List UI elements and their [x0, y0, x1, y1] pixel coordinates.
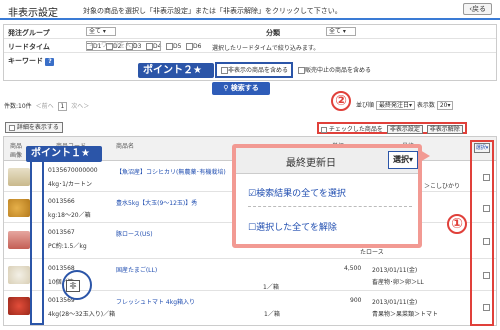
- page-header: 非表示設定 対象の商品を選択し「非表示設定」または「非表示解除」をクリックして下…: [0, 0, 500, 20]
- select-column-button[interactable]: 選択▾: [474, 143, 490, 153]
- help-icon[interactable]: ?: [45, 58, 55, 66]
- hidden-badge: 非: [66, 280, 80, 292]
- product-code: 0135670000000: [48, 167, 98, 174]
- step-2-badge: ②: [331, 91, 351, 111]
- select-popup: 最終更新日 選択▾ ☑検索結果の全てを選択 ☐選択した全てを解除: [232, 144, 422, 248]
- display-select[interactable]: 20▾: [436, 101, 454, 110]
- checkbox-icon: [298, 67, 305, 74]
- product-image: [8, 266, 30, 284]
- checkbox-icon: [9, 124, 15, 131]
- popup-header: 最終更新日 選択▾: [236, 148, 418, 174]
- product-image: [8, 168, 30, 186]
- leadtime-label: リードタイム: [8, 43, 50, 51]
- product-date: 2013/01/11(金): [372, 267, 418, 274]
- product-spec: PC約:1.5／kg: [48, 243, 87, 250]
- popup-divider: [248, 206, 412, 207]
- point1-callout: ポイント１★: [26, 146, 102, 162]
- product-category: 青果物＞果菜類＞トマト: [372, 311, 439, 318]
- product-date: 2013/01/11(金): [372, 299, 418, 306]
- search-button[interactable]: ⚲ 検索する: [212, 82, 270, 95]
- group-label: 発注グループ: [8, 29, 50, 37]
- product-extra: ＞こしひかり: [424, 183, 461, 190]
- product-spec: 4kg･1/カートン: [48, 181, 92, 188]
- checkbox-icon: ☐: [248, 223, 257, 233]
- unhide-button[interactable]: 非表示解除: [426, 125, 463, 134]
- prev-link[interactable]: ＜前へ: [36, 103, 54, 110]
- product-image: [8, 231, 30, 249]
- product-code: 0013566: [48, 198, 75, 205]
- page-title: 非表示設定: [8, 8, 58, 19]
- header-name: 商品名: [116, 143, 135, 150]
- leadtime-d5[interactable]: D5: [166, 43, 181, 50]
- show-detail-toggle[interactable]: 詳細を表示する: [5, 122, 63, 133]
- product-code: 0013567: [48, 229, 75, 236]
- sort-controls: 並び順 最終発注日▾ 表示数 20▾: [356, 100, 454, 110]
- search-icon: ⚲: [223, 84, 229, 92]
- checkbox-icon: [186, 43, 193, 50]
- filter-row-group: 発注グループ 全て ▾ 分類 全て ▾: [4, 25, 496, 39]
- back-button[interactable]: ‹戻る: [463, 3, 492, 15]
- leadtime-note: 選択したリードタイムで絞り込みます。: [212, 45, 320, 52]
- point2-highlight: [215, 62, 293, 78]
- product-spec: kg:18〜20／箱: [48, 212, 91, 219]
- product-name[interactable]: フレッシュトマト 4kg箱入り: [116, 297, 195, 306]
- point2-callout: ポイント２★: [138, 63, 214, 78]
- product-name[interactable]: 国産たまご(LL): [116, 265, 157, 274]
- product-price: 4,500: [344, 265, 362, 272]
- display-label: 表示数: [416, 102, 435, 109]
- product-category: 畜産物･卵＞卵＞LL: [372, 279, 424, 286]
- next-link[interactable]: 次へ＞: [71, 103, 89, 110]
- product-extra: たロース: [360, 249, 384, 256]
- checkbox-icon: [166, 43, 173, 50]
- checkbox-checked-icon: ☑: [248, 189, 257, 199]
- product-spec: 4kg(28〜32玉入り)／箱: [48, 311, 116, 318]
- popup-title: 最終更新日: [286, 158, 336, 169]
- keyword-label: キーワード ?: [8, 56, 55, 66]
- step-1-badge: ①: [447, 214, 467, 234]
- product-name[interactable]: 豚ロース(US): [116, 229, 153, 238]
- pager: 件数:10件 ＜前へ 1 次へ＞: [4, 101, 89, 111]
- deselect-all[interactable]: ☐選択した全てを解除: [248, 220, 337, 233]
- select-column-highlight: [470, 140, 494, 326]
- filter-row-leadtime: リードタイム D1 D2 D3 D4 D5 D6 選択したリードタイムで絞り込み…: [4, 39, 496, 53]
- header-image-2: 画像: [10, 152, 23, 159]
- product-unit: 1／箱: [264, 311, 280, 318]
- popup-select-button[interactable]: 選択▾: [388, 151, 418, 169]
- popup-pointer: [420, 150, 430, 162]
- group-select[interactable]: 全て ▾: [86, 27, 116, 36]
- hidden-flag-column-highlight: [30, 160, 44, 325]
- product-price: 900: [350, 297, 362, 304]
- product-name[interactable]: 豊水5kg【大玉(9〜12玉)】秀: [116, 198, 197, 207]
- order-label: 並び順: [356, 102, 375, 109]
- page-description: 対象の商品を選択し「非表示設定」または「非表示解除」をクリックして下さい。: [83, 7, 342, 15]
- product-image: [8, 297, 30, 315]
- leadtime-d6[interactable]: D6: [186, 43, 201, 50]
- header-image: 商品: [10, 143, 23, 150]
- category-label: 分類: [266, 29, 280, 37]
- result-count: 件数:10件: [4, 103, 32, 110]
- bulk-action-area: チェックした商品を 非表示設定 非表示解除: [317, 122, 467, 134]
- order-select[interactable]: 最終発注日▾: [375, 101, 415, 110]
- keyword-input[interactable]: キーワードを入力: [86, 41, 161, 51]
- include-discontinued-checkbox[interactable]: 販売中止の商品を含める: [298, 65, 371, 74]
- page-number[interactable]: 1: [57, 102, 68, 111]
- checkbox-icon: [321, 126, 327, 133]
- product-image: [8, 199, 30, 217]
- category-select[interactable]: 全て ▾: [326, 27, 356, 36]
- product-unit: 1／箱: [263, 284, 279, 291]
- checked-items-label: チェックした商品を: [328, 126, 383, 133]
- select-all-results[interactable]: ☑検索結果の全てを選択: [248, 186, 346, 199]
- hide-button[interactable]: 非表示設定: [386, 125, 423, 134]
- product-name[interactable]: 【魚沼産】コシヒカリ(無農薬･有機栽培): [116, 167, 226, 176]
